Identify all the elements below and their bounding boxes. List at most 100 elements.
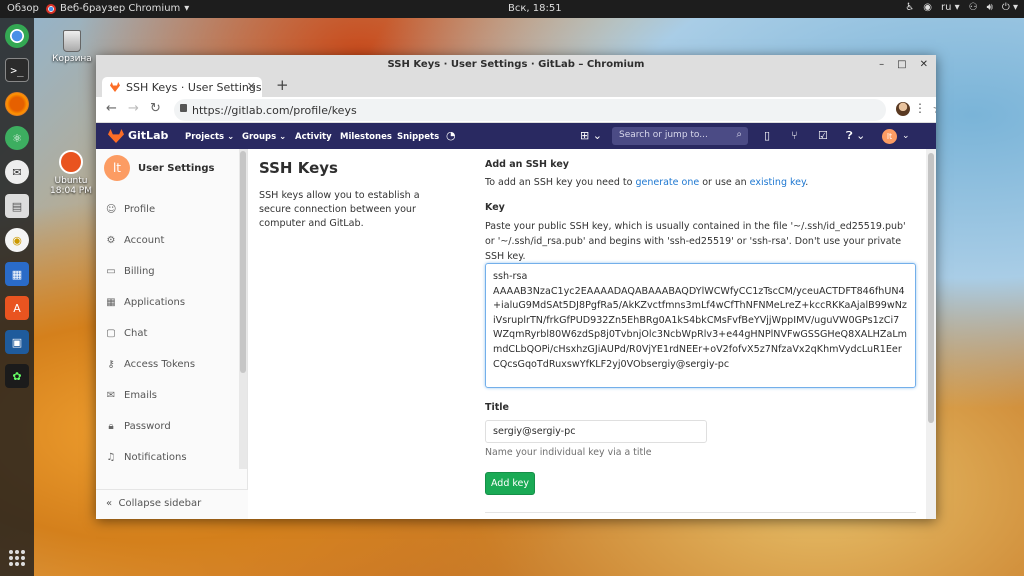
generate-one-link[interactable]: generate one	[635, 177, 699, 188]
chromium-dock-icon[interactable]	[5, 24, 29, 48]
atom-icon[interactable]: ⚛	[5, 126, 29, 150]
window-titlebar[interactable]: SSH Keys · User Settings · GitLab – Chro…	[96, 55, 936, 75]
trash-desktop-icon[interactable]: Корзина	[48, 30, 96, 64]
rhythmbox-icon[interactable]: ◉	[5, 228, 29, 252]
sidebar-item-chat[interactable]: ▢ Chat	[106, 328, 147, 339]
nav-snippets[interactable]: Snippets	[397, 132, 439, 142]
settings-app-icon[interactable]: ✿	[5, 364, 29, 388]
divider	[485, 512, 916, 513]
nav-groups[interactable]: Groups ⌄	[242, 132, 286, 142]
sidebar-toggle-icon[interactable]: ▯	[764, 129, 770, 142]
new-item-plus-icon[interactable]: ⊞ ⌄	[580, 129, 602, 142]
virtualbox-icon[interactable]: ▣	[5, 330, 29, 354]
activities-button[interactable]: Обзор	[7, 3, 39, 14]
ubuntu-icon	[59, 150, 83, 174]
key-textarea[interactable]: ssh-rsa AAAAB3NzaC1yc2EAAAADAQABAAABAQDY…	[485, 263, 916, 388]
show-applications-icon[interactable]	[9, 550, 25, 566]
writer-icon[interactable]: ▦	[5, 262, 29, 286]
reload-icon[interactable]: ↻	[150, 101, 161, 116]
user-menu-chevron-icon[interactable]: ⌄	[902, 131, 910, 141]
caret-down-icon: ▾	[184, 3, 190, 14]
sidebar-scrollbar-thumb[interactable]	[240, 151, 246, 373]
ubuntu-time: 18:04 PM	[50, 186, 92, 196]
sidebar-avatar: lt	[104, 155, 130, 181]
nav-projects[interactable]: Projects ⌄	[185, 132, 234, 142]
todos-icon[interactable]: ☑	[818, 129, 828, 142]
email-icon: ✉	[106, 390, 116, 401]
browser-menu-icon[interactable]: ⋮	[914, 101, 926, 115]
user-avatar[interactable]: lt	[882, 129, 897, 144]
close-tab-icon[interactable]: ✕	[247, 80, 256, 93]
help-icon[interactable]: ❓︎ ⌄	[846, 129, 865, 143]
page-scrollbar[interactable]	[926, 149, 936, 519]
sidebar-item-access-tokens[interactable]: ⚷ Access Tokens	[106, 359, 195, 370]
url-text: https://gitlab.com/profile/keys	[192, 103, 357, 117]
sidebar-header[interactable]: lt User Settings	[104, 155, 214, 181]
page-scrollbar-thumb[interactable]	[928, 153, 934, 423]
clock[interactable]: Вск, 18:51	[508, 3, 562, 14]
profile-icon: ☺	[106, 204, 117, 215]
sidebar-item-emails[interactable]: ✉ Emails	[106, 390, 157, 401]
gitlab-brand[interactable]: GitLab	[128, 129, 168, 142]
chrome-indicator-icon[interactable]: ◉	[923, 2, 932, 13]
nav-milestones[interactable]: Milestones	[340, 132, 392, 142]
existing-key-link[interactable]: existing key	[750, 177, 806, 188]
lock-icon[interactable]	[180, 104, 187, 112]
search-input[interactable]: Search or jump to... ⌕	[612, 127, 748, 145]
search-placeholder: Search or jump to...	[619, 130, 708, 140]
volume-icon[interactable]: 🔊︎	[987, 2, 993, 13]
title-label: Title	[485, 402, 509, 413]
page-title: SSH Keys	[259, 159, 338, 177]
profile-avatar[interactable]	[896, 102, 910, 116]
key-help-text: Paste your public SSH key, which is usua…	[485, 221, 906, 262]
network-icon[interactable]: ⚇	[969, 2, 978, 13]
ubuntu-desktop-icon[interactable]: Ubuntu 18:04 PM	[44, 150, 98, 196]
page-description: SSH keys allow you to establish a secure…	[259, 190, 420, 229]
merge-requests-icon[interactable]: ⑂	[791, 129, 798, 142]
gitlab-navbar: GitLab Projects ⌄ Groups ⌄ Activity Mile…	[96, 123, 936, 149]
gitlab-logo-icon[interactable]	[108, 129, 124, 143]
maximize-icon[interactable]: □	[897, 55, 906, 75]
sidebar-item-profile[interactable]: ☺ Profile	[106, 204, 155, 215]
forward-icon[interactable]: →	[128, 101, 139, 116]
new-tab-icon[interactable]: +	[276, 76, 289, 94]
close-window-icon[interactable]: ✕	[920, 55, 928, 75]
firefox-icon[interactable]	[5, 92, 29, 116]
browser-window: SSH Keys · User Settings · GitLab – Chro…	[96, 55, 936, 519]
sidebar-item-password[interactable]: 🔒︎ Password	[106, 421, 170, 432]
language-indicator[interactable]: ru ▾	[941, 2, 960, 13]
browser-tab[interactable]: SSH Keys · User Settings ✕	[102, 77, 262, 97]
sidebar-item-notifications[interactable]: ♫ Notifications	[106, 452, 187, 463]
sidebar-item-billing[interactable]: ▭ Billing	[106, 266, 154, 277]
terminal-icon[interactable]: >_	[5, 58, 29, 82]
sidebar-item-applications[interactable]: ▦ Applications	[106, 297, 185, 308]
collapse-sidebar-button[interactable]: « Collapse sidebar	[96, 489, 248, 519]
performance-gauge-icon[interactable]: ◔	[446, 129, 456, 142]
system-tray: ♿ ◉ ru ▾ ⚇ 🔊︎ ⏻ ▾	[905, 2, 1018, 13]
add-key-instructions: To add an SSH key you need to generate o…	[485, 177, 809, 188]
bookmark-star-icon[interactable]: ☆	[932, 102, 936, 117]
sidebar-title: User Settings	[138, 162, 215, 174]
software-center-icon[interactable]: A	[5, 296, 29, 320]
search-icon: ⌕	[736, 129, 742, 140]
sidebar-scrollbar[interactable]	[239, 149, 247, 469]
power-icon[interactable]: ⏻ ▾	[1002, 2, 1018, 13]
thunderbird-icon[interactable]: ✉	[5, 160, 29, 184]
add-key-button[interactable]: Add key	[485, 472, 535, 495]
tab-title: SSH Keys · User Settings	[126, 80, 262, 94]
nav-activity[interactable]: Activity	[295, 132, 332, 142]
dock: >_ ⚛ ✉ ▤ ◉ ▦ A ▣ ✿	[0, 18, 34, 576]
billing-icon: ▭	[106, 266, 116, 277]
ubuntu-label: Ubuntu	[54, 176, 88, 186]
key-label: Key	[485, 202, 505, 213]
title-input[interactable]: sergiy@sergiy-pc	[485, 420, 707, 443]
accessibility-icon[interactable]: ♿	[905, 2, 914, 13]
address-bar[interactable]: https://gitlab.com/profile/keys ☆	[174, 99, 936, 121]
sidebar-item-account[interactable]: ⚙ Account	[106, 235, 165, 246]
key-icon: ⚷	[107, 359, 115, 370]
app-menu[interactable]: Веб-браузер Chromium ▾	[46, 3, 189, 14]
files-icon[interactable]: ▤	[5, 194, 29, 218]
minimize-icon[interactable]: –	[879, 55, 884, 75]
chromium-icon	[46, 3, 56, 14]
back-icon[interactable]: ←	[106, 101, 117, 116]
